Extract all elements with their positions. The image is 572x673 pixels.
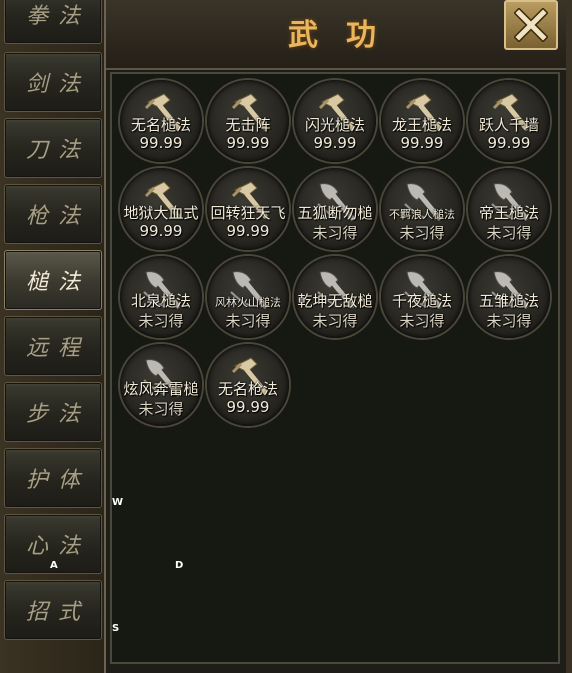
close-x-icon: [514, 8, 548, 42]
skill-slot[interactable]: 龙王槌法 99.99: [381, 80, 463, 162]
skill-slot[interactable]: 北泉槌法 未习得: [120, 256, 202, 338]
skill-slot[interactable]: 跃人千墙 99.99: [468, 80, 550, 162]
tab-fist[interactable]: 拳法: [4, 0, 102, 44]
skill-level: 99.99: [139, 222, 183, 240]
skill-slot[interactable]: 无名枪法 99.99: [207, 344, 289, 426]
skill-level: 99.99: [226, 222, 270, 240]
skill-name: 北泉槌法: [130, 292, 191, 310]
skill-level: 未习得: [138, 400, 184, 418]
skill-slot[interactable]: 闪光槌法 99.99: [294, 80, 376, 162]
tab-defense[interactable]: 护体: [4, 448, 102, 508]
skill-name: 无击阵: [225, 116, 271, 134]
tab-label: 剑法: [25, 72, 90, 97]
skill-level: 未习得: [225, 312, 271, 330]
skill-name: 无名枪法: [217, 380, 278, 398]
key-hint-a: A: [50, 560, 58, 571]
tab-blade[interactable]: 刀法: [4, 118, 102, 178]
skill-slot[interactable]: 炫风奔雷槌 未习得: [120, 344, 202, 426]
skill-level: 未习得: [486, 312, 532, 330]
tab-label: 拳法: [25, 4, 90, 29]
skill-level: 99.99: [139, 134, 183, 152]
skill-slot[interactable]: 五狐断勿槌 未习得: [294, 168, 376, 250]
key-hint-s: S: [112, 623, 120, 634]
skill-name: 无名槌法: [130, 116, 191, 134]
tab-label: 心法: [25, 534, 90, 559]
key-hint-d: D: [175, 560, 184, 571]
tab-sword[interactable]: 剑法: [4, 52, 102, 112]
skill-name: 乾坤无敌槌: [297, 292, 373, 310]
panel-title: 武功: [288, 18, 404, 53]
skill-slot[interactable]: 无名槌法 99.99: [120, 80, 202, 162]
skill-name: 五雏槌法: [478, 292, 539, 310]
skill-level: 未习得: [138, 312, 184, 330]
skill-level: 未习得: [399, 224, 445, 242]
title-bar: 武功: [106, 0, 566, 70]
skill-slot[interactable]: 风林火山槌法 未习得: [207, 256, 289, 338]
key-hint-w: W: [112, 497, 124, 508]
skill-grid: 无名槌法 99.99 无击阵 99.99 闪光槌法 99.99 龙王槌法 99.99 跃人千墙 9…: [110, 72, 560, 664]
tab-moves[interactable]: 招式: [4, 580, 102, 640]
skill-level: 99.99: [400, 134, 444, 152]
skill-level: 99.99: [487, 134, 531, 152]
tab-label: 远程: [25, 336, 90, 361]
skill-name: 龙王槌法: [391, 116, 452, 134]
skill-name: 地狱大血式: [123, 204, 199, 222]
skill-slot[interactable]: 乾坤无敌槌 未习得: [294, 256, 376, 338]
tab-spear[interactable]: 枪法: [4, 184, 102, 244]
skill-slot[interactable]: 地狱大血式 99.99: [120, 168, 202, 250]
skill-name: 回转狂天飞: [210, 204, 286, 222]
skill-name: 闪光槌法: [304, 116, 365, 134]
tab-label: 招式: [25, 600, 90, 625]
skill-name: 不羁浪人槌法: [389, 208, 455, 221]
tab-label: 护体: [25, 468, 90, 493]
skill-name: 帝王槌法: [478, 204, 539, 222]
skill-name: 千夜槌法: [391, 292, 452, 310]
tab-footwork[interactable]: 步法: [4, 382, 102, 442]
skill-level: 99.99: [226, 398, 270, 416]
tab-hammer[interactable]: 槌法: [4, 250, 102, 310]
skill-name: 炫风奔雷槌: [123, 380, 199, 398]
tab-ranged[interactable]: 远程: [4, 316, 102, 376]
skill-level: 未习得: [486, 224, 532, 242]
tab-label: 刀法: [25, 138, 90, 163]
tab-label: 步法: [25, 402, 90, 427]
skill-slot[interactable]: 无击阵 99.99: [207, 80, 289, 162]
skills-panel: 武功 无名槌法 99.99 无击阵 99.99 闪光槌法 99.99 龙王槌法 99.99 跃人…: [104, 0, 566, 673]
tab-label: 枪法: [25, 204, 90, 229]
skill-level: 99.99: [226, 134, 270, 152]
skill-level: 99.99: [313, 134, 357, 152]
skill-level: 未习得: [312, 224, 358, 242]
close-button[interactable]: [504, 0, 558, 50]
skill-slot[interactable]: 回转狂天飞 99.99: [207, 168, 289, 250]
skill-slot[interactable]: 五雏槌法 未习得: [468, 256, 550, 338]
window-edge: [566, 0, 572, 673]
category-sidebar: 拳法 剑法 刀法 枪法 槌法 远程 步法 护体 心法 招式: [0, 0, 104, 673]
skill-slot[interactable]: 帝王槌法 未习得: [468, 168, 550, 250]
tab-label: 槌法: [25, 270, 90, 295]
skill-slot[interactable]: 不羁浪人槌法 未习得: [381, 168, 463, 250]
skill-level: 未习得: [399, 312, 445, 330]
skill-level: 未习得: [312, 312, 358, 330]
skill-slot[interactable]: 千夜槌法 未习得: [381, 256, 463, 338]
skill-name: 风林火山槌法: [215, 296, 281, 309]
skill-name: 五狐断勿槌: [297, 204, 373, 222]
skill-name: 跃人千墙: [478, 116, 539, 134]
